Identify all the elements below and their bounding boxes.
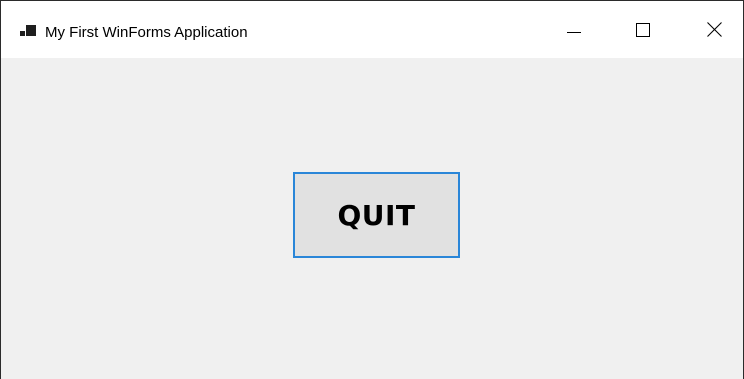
close-icon [706,22,722,37]
maximize-icon [636,22,650,37]
quit-button-label: QUIT [337,198,416,232]
window-title: My First WinForms Application [45,24,248,41]
title-bar[interactable]: My First WinForms Application [1,1,743,58]
minimize-button[interactable] [551,1,597,58]
close-button[interactable] [691,1,737,58]
maximize-button[interactable] [620,1,666,58]
form-client-area: QUIT [1,58,743,379]
minimize-icon [567,31,581,33]
app-window: My First WinForms Application QUIT [0,0,744,379]
winforms-app-icon[interactable] [20,25,36,39]
quit-button[interactable]: QUIT [293,172,460,258]
